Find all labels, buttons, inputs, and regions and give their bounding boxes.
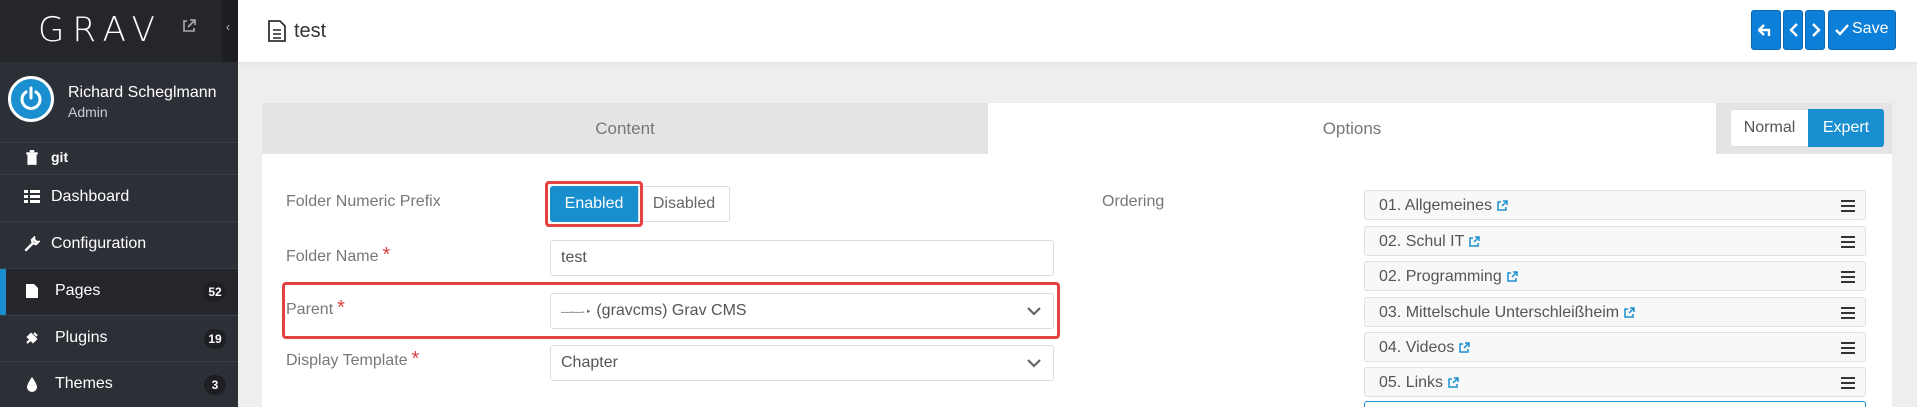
sidebar-item-configuration[interactable]: Configuration <box>0 221 238 267</box>
drag-handle-icon[interactable] <box>1841 342 1855 354</box>
drag-handle-icon[interactable] <box>1841 271 1855 283</box>
folder-name-label-text: Folder Name <box>286 248 379 265</box>
ordering-item-label: 03. Mittelschule Unterschleißheim <box>1379 304 1635 322</box>
sidebar-item-plugins[interactable]: Plugins 19 <box>0 315 238 361</box>
logo-bar: GRAV ‹ <box>0 0 238 62</box>
tint-icon <box>27 377 37 392</box>
sidebar-item-git[interactable]: git <box>0 142 238 172</box>
previous-page-button[interactable] <box>1783 10 1803 50</box>
ordering-item-label: 01. Allgemeines <box>1379 197 1508 215</box>
chevron-left-icon: ‹ <box>226 20 230 34</box>
prefix-disabled-toggle[interactable]: Disabled <box>638 186 730 222</box>
folder-name-label: Folder Name * <box>286 244 390 267</box>
sidebar-item-label: Themes <box>55 375 113 392</box>
ordering-item[interactable]: 03. Mittelschule Unterschleißheim <box>1364 297 1866 327</box>
folder-name-input[interactable]: test <box>550 240 1054 276</box>
drag-handle-icon[interactable] <box>1841 236 1855 248</box>
sidebar-item-label: Dashboard <box>51 188 130 205</box>
ordering-item-label: 04. Videos <box>1379 339 1471 357</box>
folder-prefix-label: Folder Numeric Prefix <box>286 193 441 210</box>
drag-handle-icon[interactable] <box>1841 200 1855 212</box>
user-name: Richard Scheglmann <box>68 84 217 101</box>
template-select[interactable]: Chapter <box>550 345 1054 381</box>
editor-mode-switch: Normal Expert <box>1716 103 1892 154</box>
save-label: Save <box>1852 20 1889 37</box>
template-value: Chapter <box>561 354 618 371</box>
chevron-down-icon <box>1027 359 1041 368</box>
reply-icon <box>1758 24 1771 36</box>
drag-handle-icon[interactable] <box>1841 307 1855 319</box>
editor-tabs: Content Options Normal Expert <box>262 103 1892 154</box>
sidebar: GRAV ‹ Richard Scheglmann Admin git Dash… <box>0 0 238 407</box>
tab-content[interactable]: Content <box>262 103 988 154</box>
ordering-item[interactable]: 05. Links <box>1364 367 1866 397</box>
user-role: Admin <box>68 104 108 120</box>
page-title: test <box>294 20 327 42</box>
ordering-item[interactable]: 04. Videos <box>1364 332 1866 362</box>
back-button[interactable] <box>1751 10 1781 50</box>
tab-options[interactable]: Options <box>988 103 1716 154</box>
page-header: test Save <box>238 0 1917 62</box>
user-profile[interactable]: Richard Scheglmann Admin <box>0 62 238 142</box>
mode-normal-button[interactable]: Normal <box>1730 109 1808 147</box>
ordering-item[interactable]: 01. Allgemeines <box>1364 190 1866 220</box>
required-mark: * <box>411 348 420 370</box>
themes-count-badge: 3 <box>204 375 226 395</box>
external-link-icon[interactable] <box>1623 307 1635 319</box>
sidebar-item-label: Configuration <box>51 235 147 252</box>
avatar <box>8 76 54 122</box>
highlight-parent-box <box>282 282 1060 339</box>
page-editor-card: Content Options Normal Expert Folder Num… <box>262 103 1892 407</box>
sidebar-item-themes[interactable]: Themes 3 <box>0 361 238 407</box>
required-mark: * <box>382 244 391 266</box>
grav-logo[interactable]: GRAV <box>38 10 163 50</box>
ordering-item-label: 05. Links <box>1379 374 1459 392</box>
ordering-current-item[interactable] <box>1364 401 1866 407</box>
sidebar-item-label: Plugins <box>55 329 108 346</box>
sidebar-item-dashboard[interactable]: Dashboard <box>0 174 238 220</box>
ordering-item-label: 02. Schul IT <box>1379 233 1481 251</box>
check-icon <box>1835 24 1849 36</box>
ordering-item[interactable]: 02. Programming <box>1364 261 1866 291</box>
trash-icon <box>26 150 38 165</box>
external-link-icon[interactable] <box>1447 377 1459 389</box>
file-text-icon <box>268 20 286 42</box>
sidebar-item-label: Pages <box>55 282 101 299</box>
sidebar-item-pages[interactable]: Pages 52 <box>0 268 238 315</box>
sidebar-collapse-toggle[interactable]: ‹ <box>222 0 238 62</box>
external-link-icon[interactable] <box>1458 342 1471 354</box>
plugins-count-badge: 19 <box>204 329 226 349</box>
save-button[interactable]: Save <box>1828 10 1896 50</box>
plug-icon <box>26 332 38 344</box>
external-link-icon[interactable] <box>181 18 197 34</box>
pages-count-badge: 52 <box>204 282 226 302</box>
drag-handle-icon[interactable] <box>1841 377 1855 389</box>
external-link-icon[interactable] <box>1468 236 1481 248</box>
next-page-button[interactable] <box>1805 10 1825 50</box>
file-icon <box>26 284 38 298</box>
sidebar-item-label: git <box>51 149 69 165</box>
template-label-text: Display Template <box>286 352 408 369</box>
chevron-right-icon <box>1812 23 1821 37</box>
highlight-enabled-box <box>545 181 643 227</box>
power-icon <box>20 86 42 110</box>
template-label: Display Template * <box>286 348 419 371</box>
ordering-item[interactable]: 02. Schul IT <box>1364 226 1866 256</box>
mode-expert-button[interactable]: Expert <box>1808 109 1884 147</box>
external-link-icon[interactable] <box>1496 200 1508 212</box>
wrench-icon <box>24 236 40 252</box>
chevron-left-icon <box>1789 23 1798 37</box>
dashboard-grid-icon <box>24 190 40 203</box>
ordering-label: Ordering <box>1102 193 1165 210</box>
ordering-item-label: 02. Programming <box>1379 268 1518 286</box>
external-link-icon[interactable] <box>1506 271 1518 283</box>
